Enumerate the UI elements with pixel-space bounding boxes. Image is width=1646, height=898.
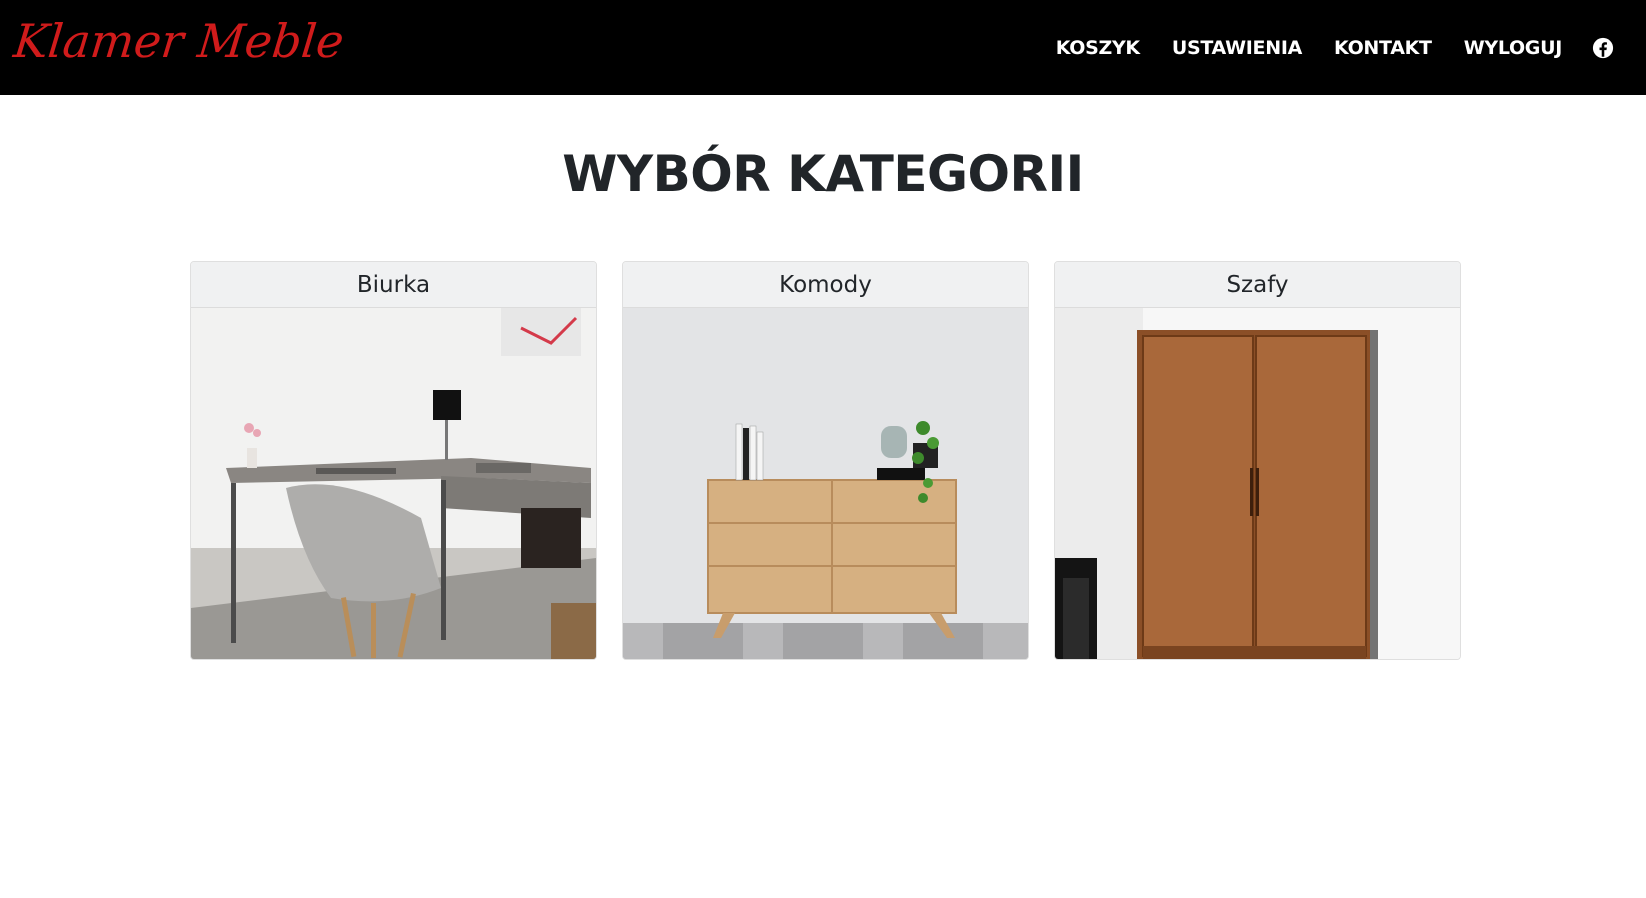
dresser-photo (623, 308, 1028, 659)
wardrobe-photo (1055, 308, 1460, 659)
navbar: Klamer Meble KOSZYK USTAWIENIA KONTAKT W… (0, 0, 1646, 95)
page-title: WYBÓR KATEGORII (562, 145, 1084, 203)
desk-office-photo (191, 308, 596, 659)
nav-link-settings[interactable]: USTAWIENIA (1172, 37, 1302, 59)
category-card-title: Biurka (191, 262, 596, 308)
brand-logo[interactable]: Klamer Meble (11, 14, 346, 68)
nav-link-cart[interactable]: KOSZYK (1056, 37, 1140, 59)
category-card-komody[interactable]: Komody (622, 261, 1029, 660)
category-cards: Biurka Komody Szafy (190, 261, 1461, 660)
category-card-szafy[interactable]: Szafy (1054, 261, 1461, 660)
nav-menu: KOSZYK USTAWIENIA KONTAKT WYLOGUJ (1024, 0, 1614, 95)
nav-link-contact[interactable]: KONTAKT (1334, 37, 1432, 59)
nav-link-logout[interactable]: WYLOGUJ (1464, 37, 1563, 59)
facebook-icon[interactable] (1592, 37, 1614, 59)
category-card-title: Komody (623, 262, 1028, 308)
category-card-title: Szafy (1055, 262, 1460, 308)
category-card-biurka[interactable]: Biurka (190, 261, 597, 660)
